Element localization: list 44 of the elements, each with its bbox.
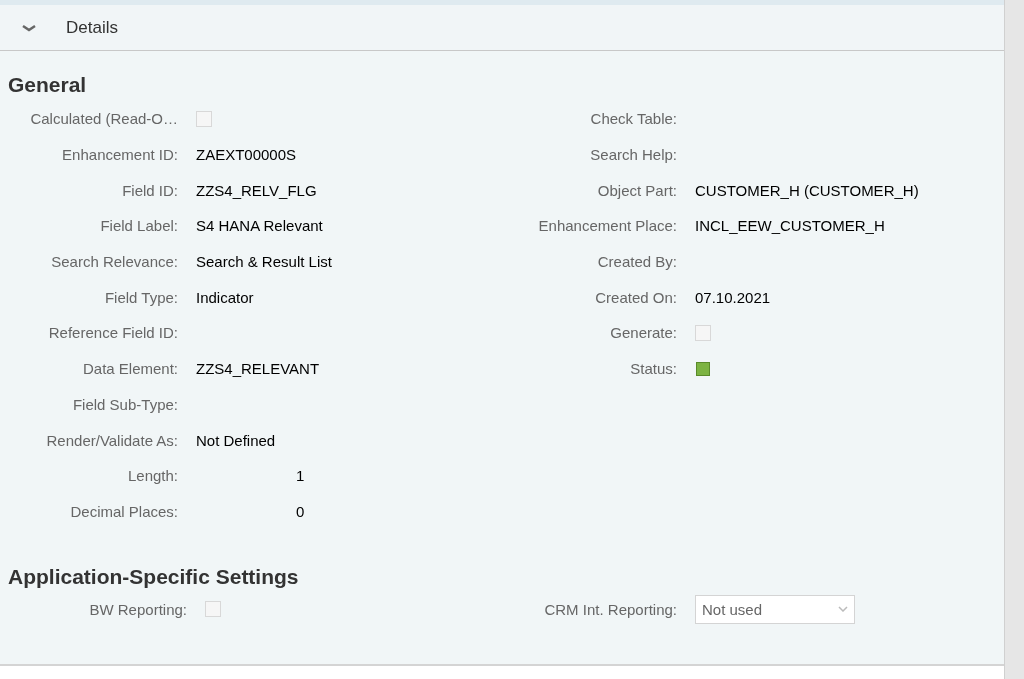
field-label: CRM Int. Reporting: (543, 600, 677, 618)
field-label: Search Help: (589, 146, 677, 164)
field-label: Field Type: (103, 288, 178, 306)
field-label: Field ID: (121, 181, 178, 199)
field-label: Data Element: (81, 360, 178, 378)
panel-title: Details (66, 17, 118, 38)
field-label: Enhancement Place: (537, 217, 677, 235)
field-value: 1 (296, 467, 305, 485)
field-label: Generate: (609, 324, 677, 342)
field-label: Created On: (594, 288, 677, 306)
field-label: Search Relevance: (50, 253, 178, 271)
field-label: BW Reporting: (88, 600, 187, 618)
field-value: 0 (296, 502, 305, 520)
field-value: Search & Result List (196, 253, 332, 271)
field-label: Calculated (Read-O… (29, 110, 178, 128)
dropdown-field[interactable]: Not used (695, 594, 855, 624)
field-value: ZZS4_RELEVANT (196, 360, 320, 378)
field-value: CUSTOMER_H (CUSTOMER_H) (695, 181, 919, 199)
field-label: Status: (629, 360, 677, 378)
field-label: Render/Validate As: (45, 431, 178, 449)
field-label: Enhancement ID: (61, 146, 178, 164)
chevron-down-icon (838, 606, 848, 613)
scrollbar-track[interactable] (1004, 0, 1024, 679)
checkbox[interactable] (205, 601, 221, 618)
field-value: Indicator (196, 288, 254, 306)
field-label: Field Label: (99, 217, 178, 235)
field-value: S4 HANA Relevant (196, 217, 323, 235)
field-value: 07.10.2021 (695, 288, 771, 306)
checkbox[interactable] (695, 324, 711, 341)
field-label: Object Part: (596, 181, 677, 199)
field-value: ZZS4_RELV_FLG (196, 181, 317, 199)
chevron-down-icon (21, 22, 37, 33)
field-label: Decimal Places: (69, 502, 178, 520)
field-label: Field Sub-Type: (71, 395, 178, 413)
field-label: Created By: (596, 253, 677, 271)
field-label: Check Table: (589, 110, 677, 128)
field-label: Reference Field ID: (47, 324, 178, 342)
section-heading: Application-Specific Settings (7, 565, 300, 590)
field-value: INCL_EEW_CUSTOMER_H (695, 217, 885, 235)
field-value: Not Defined (196, 431, 276, 449)
section-heading: General (7, 72, 88, 97)
field-label: Length: (126, 467, 178, 485)
checkbox[interactable] (196, 110, 212, 127)
field-value: ZAEXT00000S (196, 146, 297, 164)
